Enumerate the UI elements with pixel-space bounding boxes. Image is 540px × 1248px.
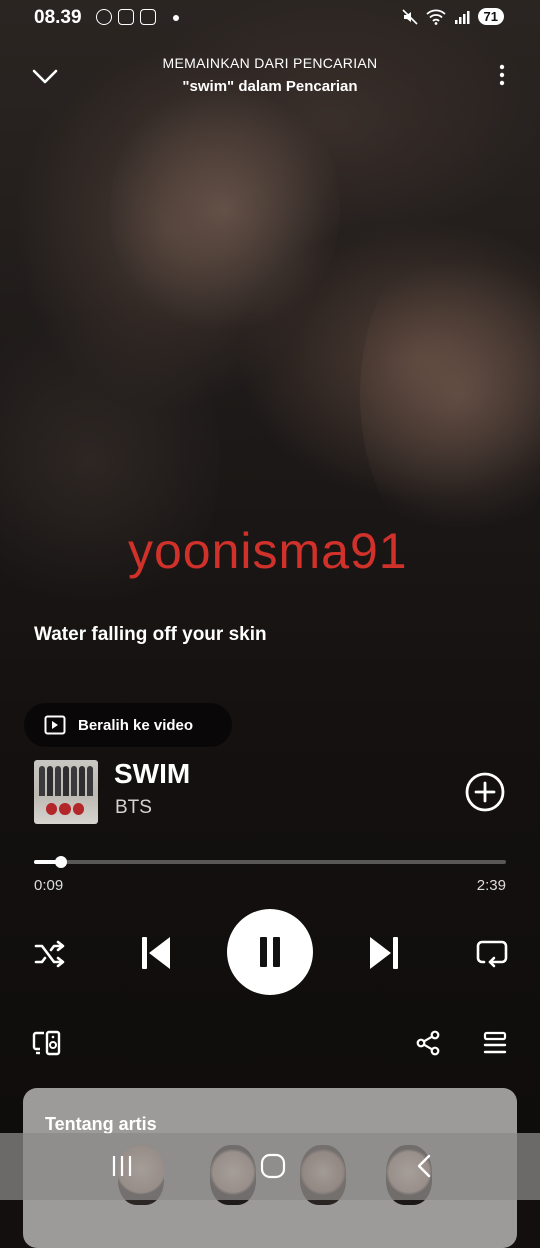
about-artist-title: Tentang artis (45, 1114, 157, 1134)
watermark-text: yoonisma91 (128, 523, 408, 579)
track-title[interactable]: SWIM (114, 758, 190, 790)
status-time: 08.39 (34, 7, 82, 28)
home-icon[interactable] (260, 1153, 286, 1179)
album-art (34, 760, 98, 824)
signal-icon (454, 10, 470, 24)
battery-level: 71 (477, 8, 504, 25)
track-artist[interactable]: BTS (115, 797, 152, 819)
previous-icon[interactable] (140, 935, 172, 971)
queue-icon[interactable] (483, 1031, 507, 1055)
instagram-icon (140, 9, 156, 25)
elapsed-time: 0:09 (34, 877, 64, 894)
recent-apps-icon[interactable] (110, 1153, 134, 1179)
switch-to-video-button[interactable]: Beralih ke video (24, 703, 232, 747)
status-right: 71 (401, 8, 504, 25)
video-icon (44, 715, 66, 735)
shuffle-icon[interactable] (34, 940, 66, 968)
notification-dot-icon (173, 15, 179, 21)
mute-icon (401, 8, 418, 25)
progress-track (34, 860, 506, 864)
wifi-icon (425, 9, 446, 25)
status-bar: 08.39 71 (0, 0, 540, 36)
connect-device-icon[interactable] (32, 1030, 62, 1056)
pause-button[interactable] (227, 909, 313, 995)
screenshot-icon (118, 9, 134, 25)
more-options-icon[interactable] (492, 60, 512, 90)
back-icon[interactable] (414, 1153, 434, 1179)
next-icon[interactable] (368, 935, 400, 971)
add-circle-icon[interactable] (464, 771, 506, 813)
context-label: MEMAINKAN DARI PENCARIAN (162, 55, 378, 71)
player-header: MEMAINKAN DARI PENCARIAN "swim" dalam Pe… (0, 50, 540, 100)
notification-icons (96, 9, 156, 25)
lyric-line[interactable]: Water falling off your skin (34, 624, 267, 646)
repeat-icon[interactable] (476, 938, 508, 968)
context-source[interactable]: "swim" dalam Pencarian (0, 78, 540, 95)
notification-icon (96, 9, 112, 25)
progress-handle[interactable] (54, 856, 67, 868)
progress-bar[interactable] (34, 856, 506, 868)
background-artwork (0, 0, 540, 1200)
total-time: 2:39 (476, 877, 506, 894)
switch-to-video-label: Beralih ke video (78, 716, 194, 734)
share-icon[interactable] (416, 1030, 440, 1056)
